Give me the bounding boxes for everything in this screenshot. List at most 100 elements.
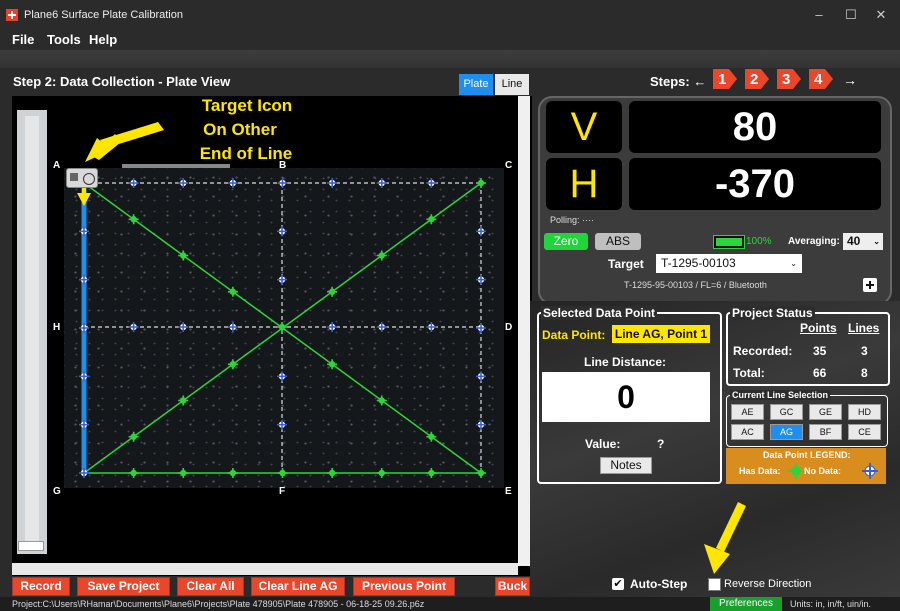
data-point[interactable]	[426, 214, 437, 225]
data-point[interactable]	[426, 322, 437, 332]
data-point[interactable]	[327, 468, 338, 478]
buck-button[interactable]: Buck	[495, 577, 530, 596]
recorded-lines: 3	[861, 344, 868, 358]
line-button-bf[interactable]: BF	[809, 424, 842, 440]
data-point[interactable]	[277, 371, 287, 382]
averaging-select[interactable]: 40 ⌄	[843, 233, 883, 250]
data-point[interactable]	[79, 371, 89, 382]
target-icon[interactable]	[66, 168, 98, 188]
data-point[interactable]	[376, 178, 387, 188]
data-point[interactable]	[327, 286, 338, 297]
data-point[interactable]	[79, 468, 89, 478]
data-point[interactable]	[128, 178, 139, 188]
abs-button[interactable]: ABS	[595, 233, 641, 250]
data-point[interactable]	[426, 431, 437, 442]
data-point[interactable]	[277, 178, 288, 188]
corner-label-e: E	[505, 486, 512, 497]
step-1-number: 1	[718, 71, 727, 88]
save-project-button[interactable]: Save Project	[77, 577, 170, 596]
data-point[interactable]	[277, 468, 288, 478]
data-point[interactable]	[327, 322, 338, 332]
auto-step-checkbox[interactable]: ✔	[612, 578, 624, 590]
data-point[interactable]	[178, 250, 189, 261]
line-button-ce[interactable]: CE	[848, 424, 881, 440]
line-button-ag[interactable]: AG	[770, 424, 803, 440]
data-point[interactable]	[476, 323, 486, 333]
data-point[interactable]	[277, 419, 287, 430]
data-point[interactable]	[227, 286, 238, 297]
data-point[interactable]	[376, 468, 387, 478]
data-point[interactable]	[277, 226, 287, 237]
zero-button[interactable]: Zero	[544, 233, 588, 250]
data-point[interactable]	[376, 250, 387, 261]
line-button-gc[interactable]: GC	[770, 404, 803, 420]
corner-label-h: H	[53, 322, 61, 333]
down-arrow-icon	[77, 186, 91, 206]
data-point[interactable]	[79, 419, 89, 430]
value-label: Value:	[585, 437, 621, 451]
reverse-direction-checkbox[interactable]	[708, 578, 721, 591]
data-point[interactable]	[227, 178, 238, 188]
data-point[interactable]	[426, 468, 437, 478]
expand-icon[interactable]	[863, 278, 877, 292]
step-4-number: 4	[814, 71, 823, 88]
data-point[interactable]	[476, 371, 486, 382]
data-point[interactable]	[178, 468, 189, 478]
line-button-ac[interactable]: AC	[731, 424, 764, 440]
data-point[interactable]	[476, 468, 486, 478]
project-path: Project:C:\Users\RHamar\Documents\Plane6…	[12, 599, 425, 609]
data-point[interactable]	[476, 178, 486, 188]
no-data-crosshair-icon	[862, 463, 878, 479]
legend-has-data: Has Data:	[739, 466, 781, 476]
project-status-title: Project Status	[730, 306, 815, 320]
line-button-hd[interactable]: HD	[848, 404, 881, 420]
pointer-arrow-icon	[704, 502, 746, 574]
data-point[interactable]	[327, 359, 338, 370]
data-point-value: Line AG, Point 1	[612, 325, 710, 343]
data-point[interactable]	[178, 322, 189, 332]
data-point[interactable]	[227, 468, 238, 478]
data-point[interactable]	[476, 274, 486, 285]
annotation-line-1: Target Icon	[201, 96, 293, 115]
steps-label: Steps: ←	[650, 74, 707, 89]
target-value: T-1295-00103	[661, 256, 736, 270]
corner-label-g: G	[53, 486, 61, 497]
data-point[interactable]	[327, 178, 338, 188]
data-point[interactable]	[426, 178, 437, 188]
data-point[interactable]	[277, 274, 287, 285]
points-header: Points	[800, 321, 837, 335]
previous-point-button[interactable]: Previous Point	[353, 577, 455, 596]
clear-all-button[interactable]: Clear All	[177, 577, 244, 596]
data-point[interactable]	[227, 322, 238, 332]
has-data-crosshair-icon	[788, 463, 804, 479]
preferences-button[interactable]: Preferences	[710, 597, 782, 611]
data-point[interactable]	[128, 468, 139, 478]
data-point[interactable]	[79, 323, 89, 333]
polling-indicator: Polling: ····	[550, 215, 595, 225]
total-lines: 8	[861, 366, 868, 380]
data-point[interactable]	[376, 395, 387, 406]
h-label: H	[546, 158, 622, 210]
data-point[interactable]	[79, 274, 89, 285]
target-select[interactable]: T-1295-00103 ⌄	[656, 254, 802, 273]
data-point[interactable]	[128, 322, 139, 332]
clear-line-button[interactable]: Clear Line AG	[251, 577, 345, 596]
data-point[interactable]	[128, 214, 139, 225]
record-button[interactable]: Record	[12, 577, 70, 596]
data-point[interactable]	[79, 226, 89, 237]
data-point[interactable]	[476, 226, 486, 237]
annotation-line-2: On Other	[203, 120, 277, 139]
data-point[interactable]	[376, 322, 387, 332]
step-3-number: 3	[782, 71, 791, 88]
line-button-ge[interactable]: GE	[809, 404, 842, 420]
data-point[interactable]	[128, 431, 139, 442]
notes-button[interactable]: Notes	[600, 457, 652, 474]
selected-data-point-title: Selected Data Point	[541, 306, 658, 320]
units-label: Units: in, in/ft, uin/in.	[790, 599, 872, 609]
data-point[interactable]	[476, 419, 486, 430]
recorded-points: 35	[813, 344, 827, 358]
data-point[interactable]	[178, 178, 189, 188]
data-point[interactable]	[227, 359, 238, 370]
line-button-ae[interactable]: AE	[731, 404, 764, 420]
data-point[interactable]	[178, 395, 189, 406]
